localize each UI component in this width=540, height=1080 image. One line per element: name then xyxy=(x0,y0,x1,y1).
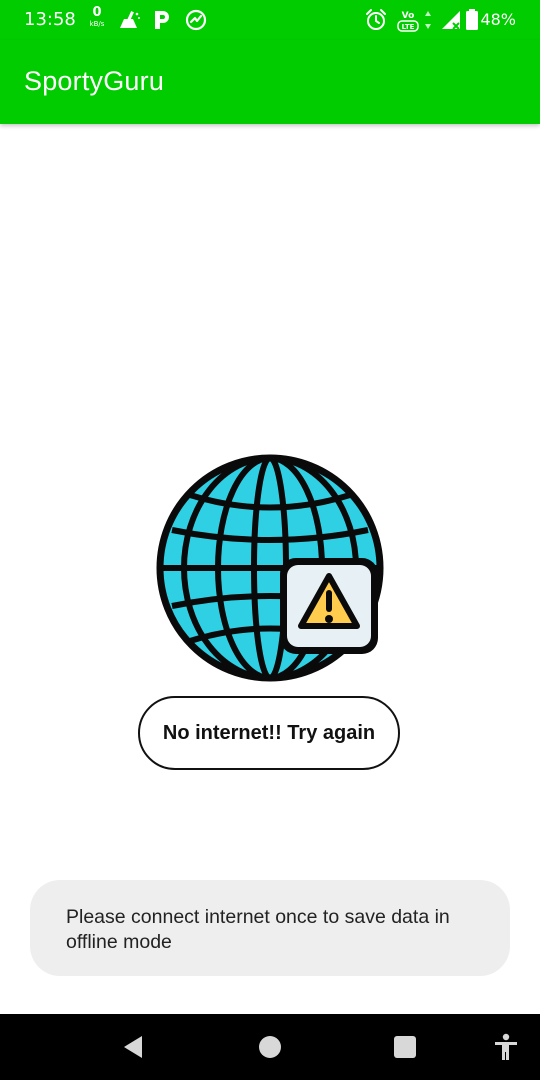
svg-text:LTE: LTE xyxy=(402,23,415,31)
toast-message: Please connect internet once to save dat… xyxy=(30,880,510,976)
home-icon[interactable] xyxy=(255,1032,285,1062)
cleaner-icon xyxy=(120,11,140,28)
signal-icon xyxy=(442,11,460,30)
data-arrows-icon xyxy=(425,11,431,29)
battery-percent: 48% xyxy=(480,10,516,29)
parking-p-icon xyxy=(155,11,169,29)
toast-text: Please connect internet once to save dat… xyxy=(66,906,450,953)
speedometer-icon xyxy=(185,9,207,31)
status-time: 13:58 xyxy=(24,9,76,30)
app-bar: SportyGuru xyxy=(0,40,540,124)
accessibility-icon[interactable] xyxy=(491,1032,521,1062)
battery-icon xyxy=(466,9,478,30)
network-speed-value: 0 xyxy=(92,5,102,20)
back-icon[interactable] xyxy=(118,1032,148,1062)
recents-icon[interactable] xyxy=(390,1032,420,1062)
screen: 13:58 0 kB/s Vo LTE 48% SportyGuru No in… xyxy=(0,0,540,1080)
globe-warning-icon xyxy=(156,454,384,682)
network-speed: 0 kB/s xyxy=(86,6,108,28)
svg-text:Vo: Vo xyxy=(402,11,415,21)
alarm-icon xyxy=(366,9,386,30)
nav-bar xyxy=(0,1014,540,1080)
volte-lte-icon: Vo LTE xyxy=(397,11,419,32)
status-bar: 13:58 0 kB/s Vo LTE 48% xyxy=(0,0,540,40)
retry-button[interactable]: No internet!! Try again xyxy=(138,696,400,770)
network-speed-unit: kB/s xyxy=(89,20,105,28)
app-title: SportyGuru xyxy=(24,66,165,96)
